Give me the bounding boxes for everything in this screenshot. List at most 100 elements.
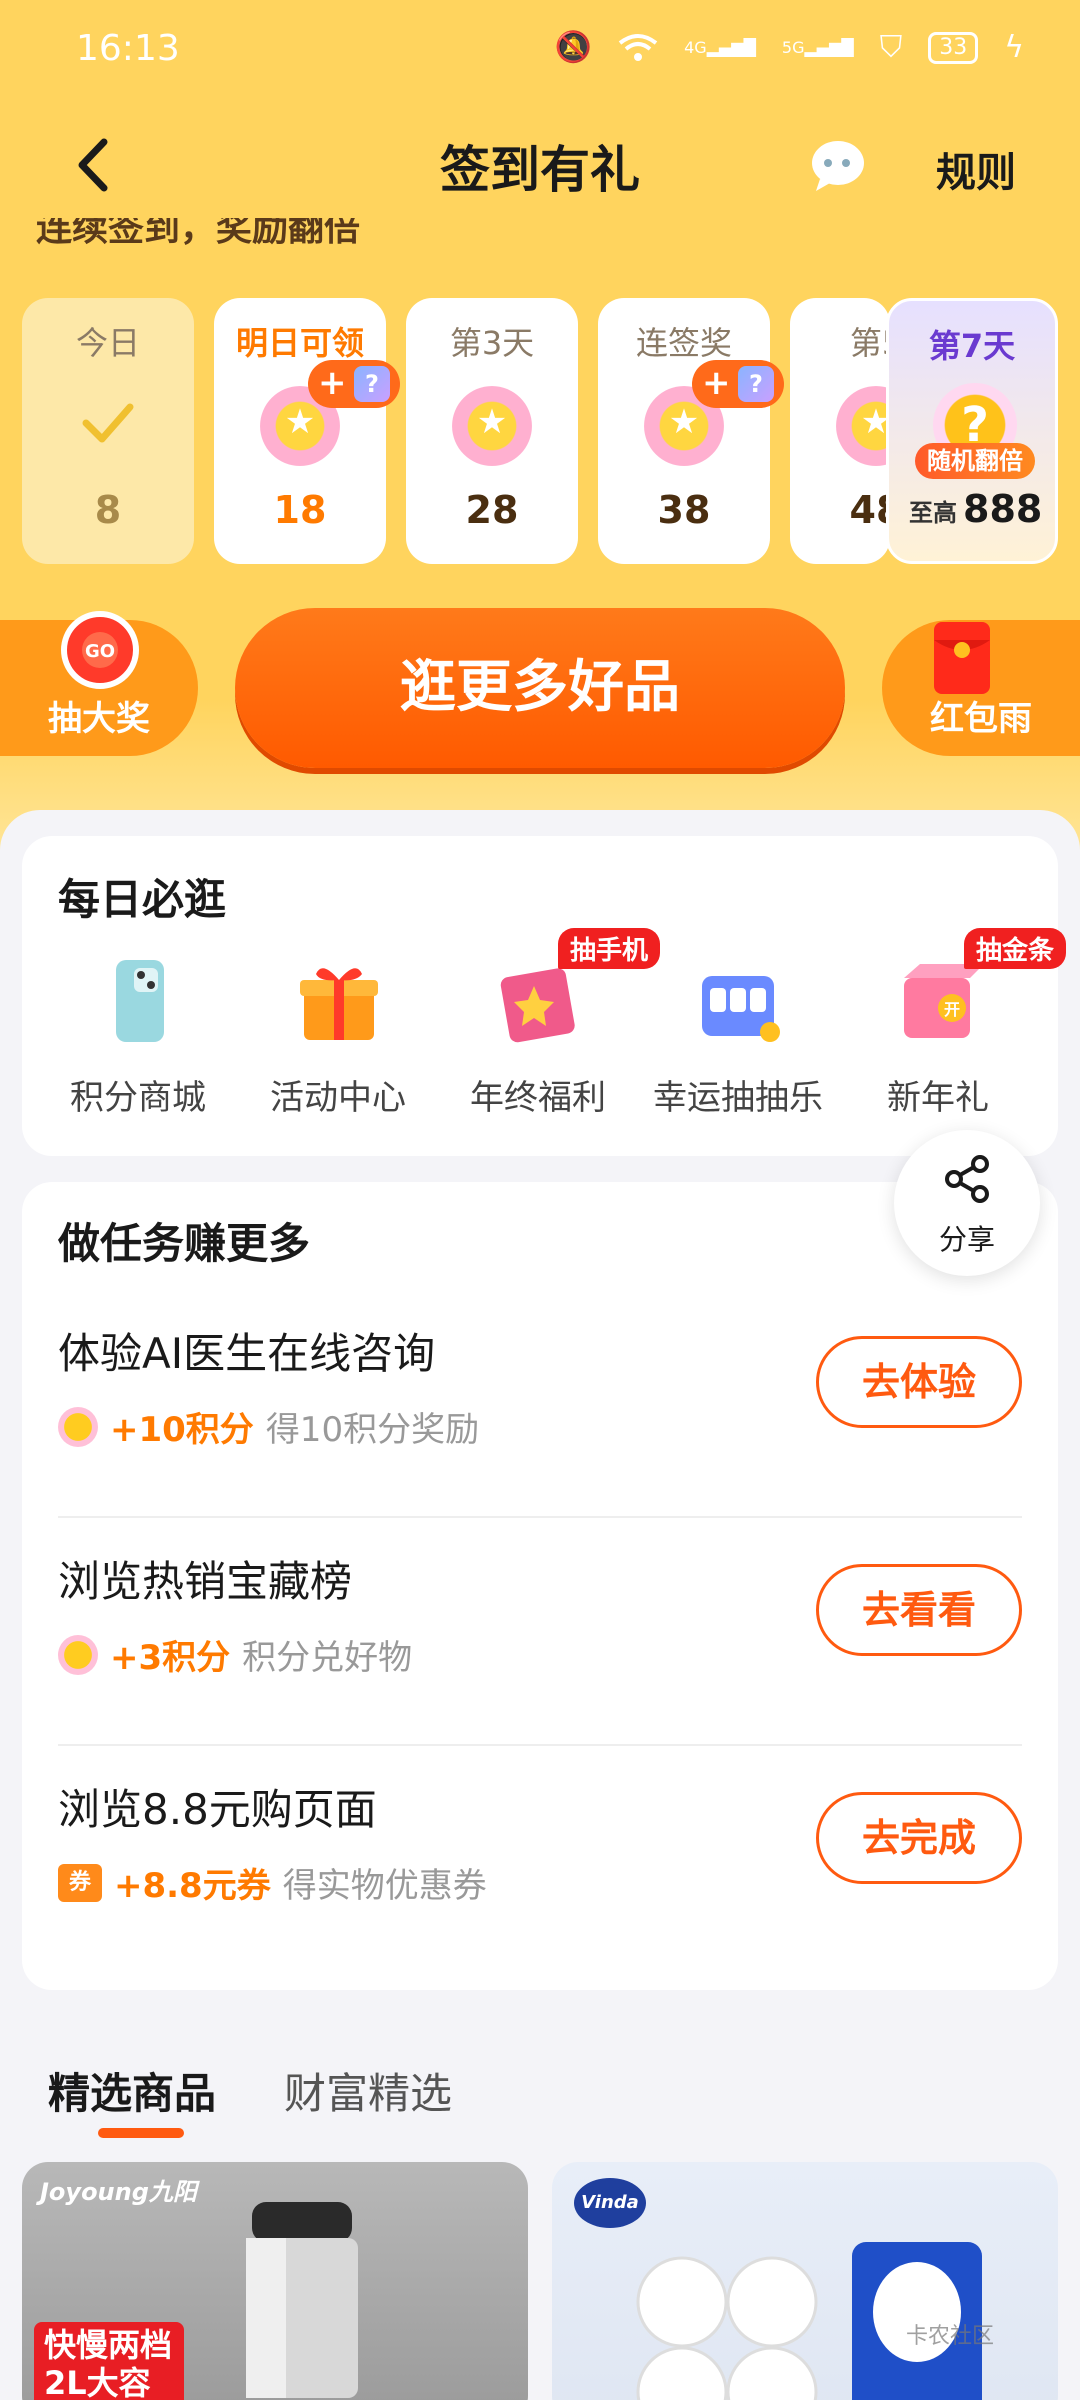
daily-item-lucky-draw[interactable]: 幸运抽抽乐 xyxy=(638,946,838,1136)
tissue-rolls-image xyxy=(636,2242,982,2400)
red-envelope-icon xyxy=(934,622,990,694)
product-promo-tag: 快慢两档2L大容量 xyxy=(34,2322,184,2400)
wifi-icon xyxy=(618,33,658,61)
day-points: 888 xyxy=(963,487,1043,531)
red-packet-rain-label: 红包雨 xyxy=(930,699,1032,739)
task-view-button[interactable]: 去看看 xyxy=(816,1564,1022,1656)
charging-icon: ϟ xyxy=(1004,30,1024,65)
tab-wealth-picks[interactable]: 财富精选 xyxy=(284,2060,452,2121)
watermark: 卡农社区 xyxy=(906,2324,995,2349)
page-title: 签到有礼 xyxy=(440,141,640,199)
task-complete-button[interactable]: 去完成 xyxy=(816,1792,1022,1884)
daily-item-label: 新年礼 xyxy=(887,1078,989,1118)
day-card-5[interactable]: 第5 ★ 48 xyxy=(790,298,890,564)
day-label: 今日 xyxy=(75,324,140,362)
mystery-cube-icon: ? xyxy=(738,366,774,402)
daily-visit-title: 每日必逛 xyxy=(58,875,227,924)
open-text: 开 xyxy=(944,1000,960,1019)
daily-visit-card: 每日必逛 积分商城 活动中心 抽手机 年终福利 幸运抽抽乐 开 抽金条 新年礼 xyxy=(22,836,1067,1156)
task-title: 浏览8.8元购页面 xyxy=(58,1785,377,1834)
task-title: 浏览热销宝藏榜 xyxy=(58,1557,353,1606)
rules-link[interactable]: 规则 xyxy=(936,140,1016,198)
coin-icon: ★ xyxy=(452,386,532,466)
day-label: 连签奖 xyxy=(635,324,732,362)
brand-logo: Joyoung九阳 xyxy=(40,2178,197,2206)
mystery-cube-icon: ? xyxy=(354,366,390,402)
reward-amount: +3积分 xyxy=(110,1638,231,1678)
reward-amount: +8.8元券 xyxy=(114,1866,271,1906)
day-card-7[interactable]: 第7天 ? 随机翻倍 至高 888 xyxy=(886,298,1058,564)
blender-image xyxy=(246,2202,358,2398)
reward-desc: 得10积分奖励 xyxy=(265,1410,480,1450)
random-double-tag: 随机翻倍 xyxy=(915,443,1035,479)
mute-icon: 🔕 xyxy=(554,30,593,65)
product-tabs: 精选商品 财富精选 xyxy=(0,2050,1080,2140)
day-points: 28 xyxy=(465,488,519,532)
day-card-3[interactable]: 第3天 ★ 28 xyxy=(406,298,578,564)
daily-item-label: 活动中心 xyxy=(270,1078,406,1118)
task-row: 浏览热销宝藏榜 +3积分 积分兑好物 去看看 xyxy=(58,1520,1022,1746)
gift-icon xyxy=(300,968,378,1040)
daily-item-year-end-benefits[interactable]: 抽手机 年终福利 xyxy=(438,928,661,1136)
reward-desc: 得实物优惠券 xyxy=(282,1866,487,1906)
check-icon xyxy=(82,403,134,443)
task-row: 浏览8.8元购页面 券 +8.8元券 得实物优惠券 去完成 xyxy=(58,1748,1022,1974)
day-label: 第7天 xyxy=(928,327,1016,365)
chat-bubble-icon[interactable] xyxy=(808,135,868,195)
book-icon xyxy=(500,968,575,1043)
daily-item-label: 幸运抽抽乐 xyxy=(653,1078,823,1118)
bonus-badge: +? xyxy=(308,360,400,408)
day-points: 8 xyxy=(94,488,122,532)
checkin-days: 今日 8 明日可领 ★ +? 18 第3天 ★ 28 连签奖 ★ +? 38 第… xyxy=(22,298,1058,564)
prize-wheel-icon: GO xyxy=(61,611,139,689)
daily-item-points-mall[interactable]: 积分商城 xyxy=(38,946,238,1136)
shield-icon: ⛉ xyxy=(879,30,903,65)
coin-icon xyxy=(58,1634,98,1675)
phone-icon xyxy=(116,960,164,1042)
task-row: 体验AI医生在线咨询 +10积分 得10积分奖励 去体验 xyxy=(58,1292,1022,1518)
slot-machine-icon xyxy=(702,976,780,1042)
divider xyxy=(58,1516,1022,1518)
signal-5g-icon: 5G▂▄▆█ xyxy=(781,38,854,57)
share-button[interactable]: 分享 xyxy=(894,1130,1040,1276)
day-card-tomorrow[interactable]: 明日可领 ★ +? 18 xyxy=(214,298,400,564)
page-header: 签到有礼 规则 xyxy=(0,110,1080,220)
task-experience-button[interactable]: 去体验 xyxy=(816,1336,1022,1428)
battery-icon: 33 xyxy=(928,31,979,64)
day-points: 18 xyxy=(273,488,327,532)
streak-subtitle: 连续签到，奖励翻倍 xyxy=(36,218,361,249)
status-time: 16:13 xyxy=(76,28,180,69)
day-points: 48 xyxy=(849,488,890,532)
lottery-button[interactable]: GO 抽大奖 xyxy=(0,611,198,756)
browse-more-button[interactable]: 逛更多好品 xyxy=(235,608,845,768)
status-icons: 🔕 4G▂▄▆█ 5G▂▄▆█ ⛉ 33 ϟ xyxy=(555,30,1024,65)
product-card[interactable]: Vinda xyxy=(552,2162,1058,2400)
daily-item-label: 积分商城 xyxy=(70,1078,206,1118)
status-bar: 16:13 🔕 4G▂▄▆█ 5G▂▄▆█ ⛉ 33 ϟ xyxy=(0,0,1080,100)
daily-item-activity-center[interactable]: 活动中心 xyxy=(238,946,438,1136)
reward-desc: 积分兑好物 xyxy=(242,1638,413,1678)
day-card-streak[interactable]: 连签奖 ★ +? 38 xyxy=(598,298,784,564)
tab-indicator xyxy=(98,2128,184,2138)
tasks-card: 做任务赚更多 体验AI医生在线咨询 +10积分 得10积分奖励 去体验 浏览热销… xyxy=(22,1182,1058,1990)
coin-icon xyxy=(58,1406,98,1447)
day-points: 38 xyxy=(657,488,711,532)
max-prefix: 至高 xyxy=(909,499,957,527)
bonus-badge: +? xyxy=(692,360,784,408)
task-reward: +3积分 积分兑好物 xyxy=(58,1630,412,1679)
coin-icon: ★ xyxy=(836,386,890,466)
go-text: GO xyxy=(85,641,115,662)
product-card[interactable]: Joyoung九阳 快慢两档2L大容量 xyxy=(22,2162,528,2400)
daily-item-new-year-gift[interactable]: 开 抽金条 新年礼 xyxy=(838,928,1067,1136)
divider xyxy=(58,1744,1022,1746)
reward-amount: +10积分 xyxy=(110,1410,254,1450)
red-packet-rain-button[interactable]: 红包雨 xyxy=(882,620,1080,756)
day-card-today: 今日 8 xyxy=(22,298,194,564)
tab-selected-products[interactable]: 精选商品 xyxy=(48,2060,216,2121)
coupon-icon: 券 xyxy=(58,1863,102,1902)
share-label: 分享 xyxy=(938,1223,995,1256)
task-reward: +10积分 得10积分奖励 xyxy=(58,1402,479,1451)
day-label: 第3天 xyxy=(449,324,535,362)
day-label: 明日可领 xyxy=(235,324,364,362)
day-label: 第5 xyxy=(849,324,890,362)
